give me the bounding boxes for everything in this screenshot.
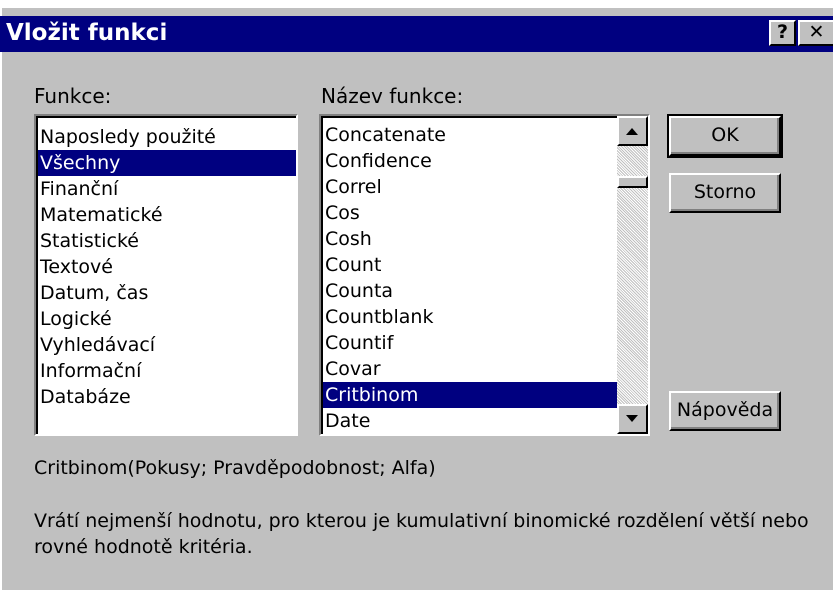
scroll-up-button[interactable] [617, 116, 648, 146]
function-listbox[interactable]: Concatenate Confidence Correl Cos Cosh Count C… [319, 114, 650, 436]
function-description: Vrátí nejmenší hodnotu, pro kterou je ku… [34, 510, 809, 558]
function-item[interactable]: Counta [323, 278, 617, 304]
category-item[interactable]: Databáze [38, 384, 296, 410]
function-item[interactable]: Covar [323, 356, 617, 382]
category-listbox[interactable]: Naposledy použité Všechny Finanční Matemati… [34, 114, 298, 436]
function-item[interactable]: Cosh [323, 226, 617, 252]
category-item[interactable]: Textové [38, 254, 296, 280]
function-item[interactable]: Confidence [323, 148, 617, 174]
function-syntax: Critbinom(Pokusy; Pravděpodobnost; Alfa) [34, 457, 436, 479]
categories-label: Funkce: [34, 84, 112, 108]
close-button[interactable]: ✕ [798, 20, 833, 46]
function-item[interactable]: Critbinom [323, 382, 617, 408]
functions-label: Název funkce: [321, 84, 464, 108]
scroll-thumb[interactable] [617, 176, 648, 188]
cancel-button[interactable]: Storno [669, 173, 781, 213]
scroll-down-button[interactable] [617, 404, 648, 434]
category-item[interactable]: Statistické [38, 228, 296, 254]
function-scrollbar[interactable] [617, 116, 648, 434]
ok-button[interactable]: OK [667, 114, 783, 158]
triangle-down-icon [626, 415, 638, 422]
function-item[interactable]: Countblank [323, 304, 617, 330]
category-item[interactable]: Naposledy použité [38, 124, 296, 150]
category-item[interactable]: Vyhledávací [38, 332, 296, 358]
category-item[interactable]: Logické [38, 306, 296, 332]
title-bar: Vložit funkci ? ✕ [0, 16, 833, 52]
function-item[interactable]: Countif [323, 330, 617, 356]
help-title-button[interactable]: ? [769, 20, 796, 46]
category-item[interactable]: Matematické [38, 202, 296, 228]
top-edge [0, 0, 833, 8]
category-item[interactable]: Finanční [38, 176, 296, 202]
function-item[interactable]: Concatenate [323, 122, 617, 148]
function-item[interactable]: Count [323, 252, 617, 278]
help-button[interactable]: Nápověda [669, 391, 781, 431]
function-item[interactable]: Date [323, 408, 617, 434]
function-item[interactable]: Correl [323, 174, 617, 200]
category-item[interactable]: Datum, čas [38, 280, 296, 306]
category-item[interactable]: Všechny [38, 150, 296, 176]
close-icon: ✕ [808, 21, 825, 43]
window-title: Vložit funkci [6, 20, 168, 46]
category-item[interactable]: Informační [38, 358, 296, 384]
triangle-up-icon [626, 128, 638, 135]
function-item[interactable]: Cos [323, 200, 617, 226]
